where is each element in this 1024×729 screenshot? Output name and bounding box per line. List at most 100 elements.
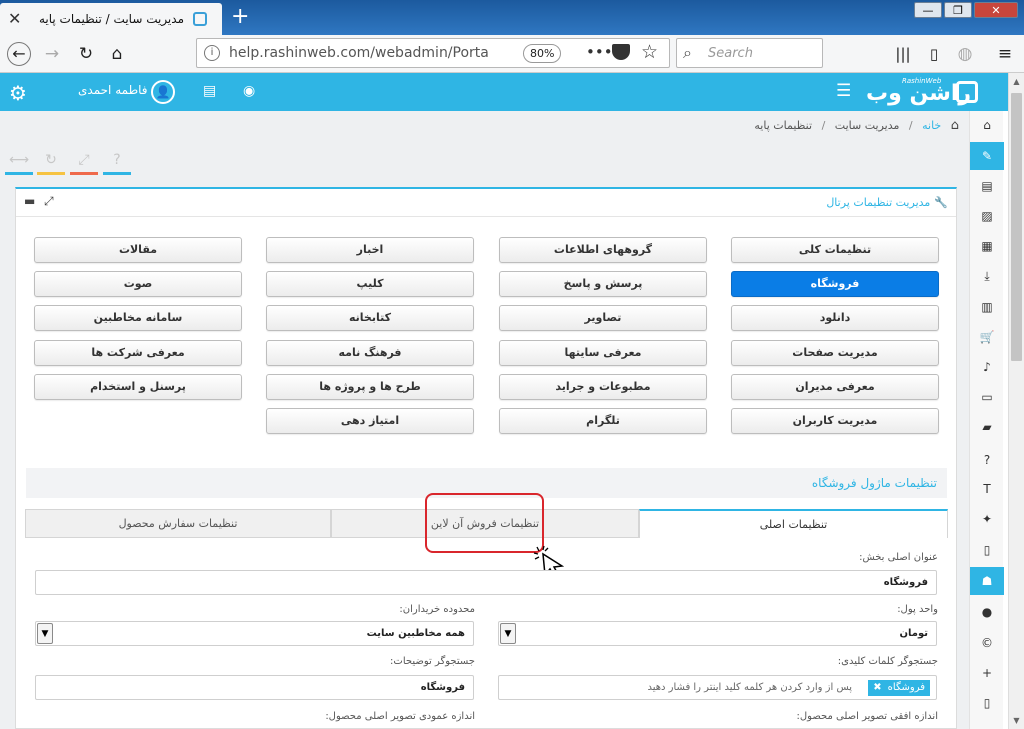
user-icon[interactable]: ● xyxy=(970,598,1004,626)
module-button[interactable]: معرفی شرکت ها xyxy=(34,340,242,366)
breadcrumb-item[interactable]: مدیریت سایت xyxy=(835,119,900,132)
fullscreen-icon[interactable]: ⤢ xyxy=(70,148,98,175)
avatar[interactable]: 👤 xyxy=(151,80,175,104)
module-button[interactable]: مدیریت کاربران xyxy=(731,408,939,434)
logo[interactable]: RashinWeb راشن وب xyxy=(862,77,982,107)
search-placeholder[interactable]: Search xyxy=(708,46,753,61)
add-user-icon[interactable]: + xyxy=(970,659,1004,687)
home-icon[interactable]: ⌂ xyxy=(105,42,129,66)
module-button[interactable]: فرهنگ نامه xyxy=(266,340,474,366)
question-icon[interactable]: ? xyxy=(970,446,1004,474)
close-window-button[interactable]: ✕ xyxy=(974,2,1018,18)
cart-icon[interactable]: 🛒 xyxy=(970,323,1004,351)
module-button[interactable]: پرسنل و استخدام xyxy=(34,374,242,400)
module-button[interactable]: مدیریت صفحات xyxy=(731,340,939,366)
notifications-icon[interactable]: ▤ xyxy=(203,83,216,99)
scroll-thumb[interactable] xyxy=(1011,93,1022,361)
text-icon[interactable]: T xyxy=(970,475,1004,503)
breadcrumb-home[interactable]: خانه xyxy=(922,119,941,132)
module-button[interactable]: مقالات xyxy=(34,237,242,263)
zoom-badge[interactable]: 80% xyxy=(523,44,562,63)
section-title-value: فروشگاه xyxy=(883,577,928,588)
menu-icon[interactable]: ≡ xyxy=(993,42,1017,66)
keyword-tag[interactable]: فروشگاه ✖ xyxy=(868,680,930,696)
film-icon[interactable]: ▥ xyxy=(970,293,1004,321)
module-button[interactable]: کلیپ xyxy=(266,271,474,297)
module-button[interactable]: گروههای اطلاعات xyxy=(499,237,707,263)
module-button[interactable]: فروشگاه xyxy=(731,271,939,297)
module-button[interactable]: سامانه مخاطبین xyxy=(34,305,242,331)
info-icon[interactable]: i xyxy=(204,45,220,61)
chevron-down-icon[interactable]: ▼ xyxy=(37,623,53,644)
document-icon[interactable]: ▦ xyxy=(970,232,1004,260)
collapse-icon[interactable]: ▬ xyxy=(24,194,35,208)
scroll-up-icon[interactable]: ▲ xyxy=(1009,73,1024,90)
mobile-icon[interactable]: ▯ xyxy=(970,689,1004,717)
forward-icon[interactable]: → xyxy=(40,42,64,66)
currency-select[interactable]: ▼ تومان xyxy=(498,621,937,646)
shop-icon[interactable]: ☗ xyxy=(970,567,1004,595)
module-button[interactable]: اخبار xyxy=(266,237,474,263)
tab-main-settings[interactable]: تنظیمات اصلی xyxy=(639,509,948,538)
audio-icon[interactable]: ♪ xyxy=(970,353,1004,381)
download-icon[interactable]: ⤓ xyxy=(970,262,1004,290)
module-button[interactable]: تنظیمات کلی xyxy=(731,237,939,263)
chevron-down-icon[interactable]: ▼ xyxy=(500,623,516,644)
tab-order-settings[interactable]: تنظیمات سفارش محصول xyxy=(25,509,331,538)
module-button[interactable]: دانلود xyxy=(731,305,939,331)
remove-tag-icon[interactable]: ✖ xyxy=(873,682,881,693)
page-actions-icon[interactable]: ••• xyxy=(586,43,613,61)
website-icon[interactable]: ◉ xyxy=(243,83,255,99)
url-text[interactable]: help.rashinweb.com/webadmin/Portal_Co xyxy=(229,45,489,61)
panel-title-text: مدیریت تنظیمات پرتال xyxy=(826,196,931,209)
file-icon[interactable]: ▯ xyxy=(970,536,1004,564)
tab-close-icon[interactable]: ✕ xyxy=(8,9,21,28)
help-icon[interactable]: ? xyxy=(103,148,131,175)
desc-search-value: فروشگاه xyxy=(420,682,465,693)
module-button[interactable]: مطبوعات و جراید xyxy=(499,374,707,400)
new-tab-button[interactable]: + xyxy=(231,4,249,29)
pencil-icon[interactable]: ✎ xyxy=(970,142,1004,170)
desc-search-field[interactable]: فروشگاه xyxy=(35,675,474,700)
keyword-tags-input[interactable]: فروشگاه ✖ پس از وارد کردن هر کلمه کلید ای… xyxy=(498,675,937,700)
browser-tab[interactable]: ✕ مدیریت سایت / تنظیمات پایه xyxy=(0,3,222,35)
reload-icon[interactable]: ↻ xyxy=(74,42,98,66)
monitor-icon[interactable]: ▭ xyxy=(970,383,1004,411)
module-button[interactable]: کتابخانه xyxy=(266,305,474,331)
refresh-icon[interactable]: ↻ xyxy=(37,148,65,175)
restore-button[interactable]: ❐ xyxy=(944,2,972,18)
module-button[interactable]: تلگرام xyxy=(499,408,707,434)
module-button[interactable]: امتیاز دهی xyxy=(266,408,474,434)
search-bar[interactable]: ⌕ Search xyxy=(676,38,823,68)
pocket-icon[interactable] xyxy=(612,44,630,60)
section-title-field[interactable]: فروشگاه xyxy=(35,570,937,595)
home-icon[interactable]: ⌂ xyxy=(970,111,1004,139)
library-icon[interactable]: ||| xyxy=(891,42,915,66)
module-button[interactable]: طرح ها و پروژه ها xyxy=(266,374,474,400)
news-icon[interactable]: ▤ xyxy=(970,172,1004,200)
url-bar[interactable]: i help.rashinweb.com/webadmin/Portal_Co … xyxy=(196,38,670,68)
buyers-select[interactable]: ▼ همه مخاطبین سایت xyxy=(35,621,474,646)
module-button[interactable]: تصاویر xyxy=(499,305,707,331)
image-icon[interactable]: ▨ xyxy=(970,202,1004,230)
home-breadcrumb-icon[interactable]: ⌂ xyxy=(951,118,959,133)
user-name[interactable]: فاطمه احمدی xyxy=(78,83,148,97)
scrollbar[interactable]: ▲ ▼ xyxy=(1008,73,1024,729)
module-button[interactable]: معرفی مدیران xyxy=(731,374,939,400)
minimize-button[interactable]: — xyxy=(914,2,942,18)
module-button[interactable]: صوت xyxy=(34,271,242,297)
back-icon[interactable]: ← xyxy=(7,42,31,66)
scroll-down-icon[interactable]: ▼ xyxy=(1009,712,1024,729)
copyright-icon[interactable]: © xyxy=(970,629,1004,657)
hamburger-icon[interactable]: ☰ xyxy=(836,81,851,101)
book-icon[interactable]: ▰ xyxy=(970,413,1004,441)
sidebar-toggle-icon[interactable]: ▯ xyxy=(922,42,946,66)
arrows-horizontal-icon[interactable]: ⟷ xyxy=(5,148,33,175)
module-button[interactable]: معرفی سایتها xyxy=(499,340,707,366)
bookmark-star-icon[interactable]: ☆ xyxy=(641,41,658,63)
globe-icon[interactable]: ◍ xyxy=(953,42,977,66)
gear-icon[interactable]: ⚙ xyxy=(9,81,27,105)
pin-icon[interactable]: ✦ xyxy=(970,505,1004,533)
expand-icon[interactable]: ⤢ xyxy=(44,194,54,209)
module-button[interactable]: پرسش و پاسخ xyxy=(499,271,707,297)
